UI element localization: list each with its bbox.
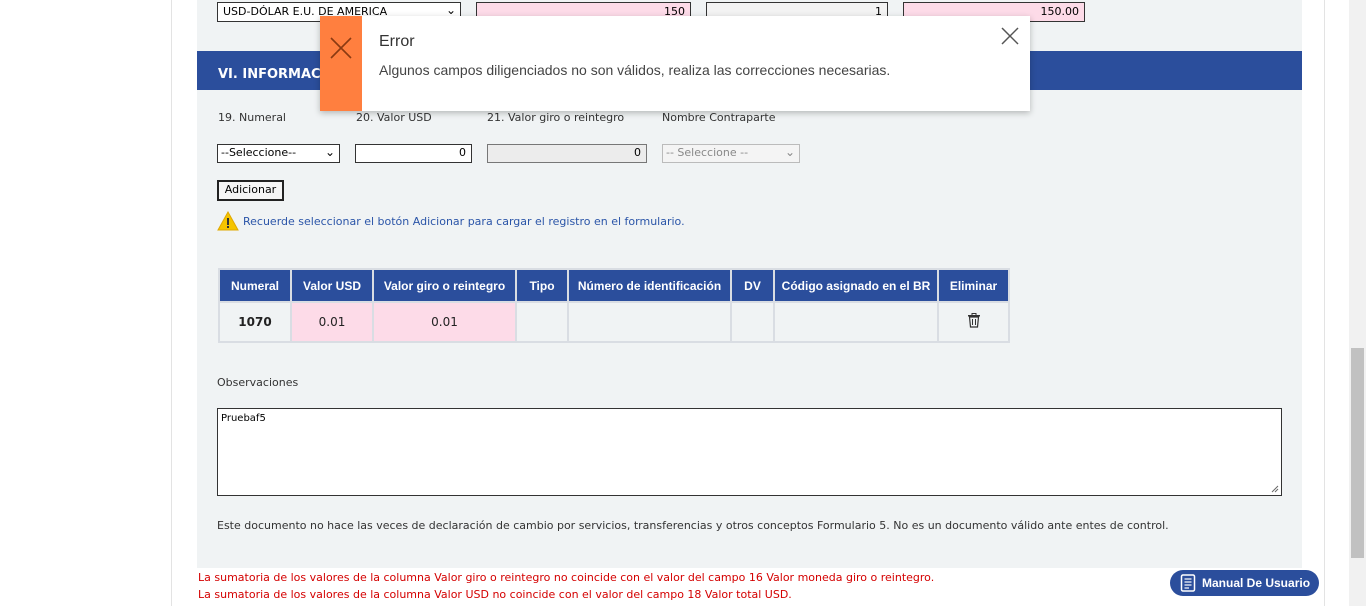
- cell-valor-giro: 0.01: [372, 301, 517, 343]
- col-valor-usd: Valor USD: [290, 268, 374, 303]
- cell-dv: [730, 301, 775, 343]
- add-button[interactable]: Adicionar: [217, 180, 284, 201]
- trash-icon[interactable]: [967, 313, 981, 328]
- scrollbar-thumb[interactable]: [1351, 348, 1364, 558]
- chevron-down-icon: ⌄: [324, 145, 335, 159]
- cell-codigo-br: [773, 301, 939, 343]
- col-numeral: Numeral: [218, 268, 292, 303]
- contraparte-select[interactable]: -- Seleccione -- ⌄: [662, 144, 800, 163]
- warning-text: Recuerde seleccionar el botón Adicionar …: [243, 214, 685, 228]
- document-icon: [1180, 574, 1196, 592]
- validation-error: La sumatoria de los valores de la column…: [198, 571, 935, 584]
- error-toast: Error Algunos campos diligenciados no so…: [320, 16, 1030, 111]
- col-eliminar: Eliminar: [937, 268, 1010, 303]
- observaciones-value: Pruebaf5: [221, 413, 266, 424]
- cell-eliminar: [937, 301, 1010, 343]
- table-row: 1070 0.01 0.01: [218, 301, 1010, 343]
- user-manual-label: Manual De Usuario: [1202, 576, 1311, 590]
- numerals-table: Numeral Valor USD Valor giro o reintegro…: [218, 268, 1010, 343]
- disclaimer-text: Este documento no hace las veces de decl…: [217, 519, 1169, 532]
- numeral-select[interactable]: --Seleccione-- ⌄: [217, 144, 340, 163]
- col-tipo: Tipo: [515, 268, 569, 303]
- valor-usd-label: 20. Valor USD: [356, 111, 432, 124]
- user-manual-button[interactable]: Manual De Usuario: [1170, 570, 1319, 596]
- col-dv: DV: [730, 268, 775, 303]
- observaciones-label: Observaciones: [217, 376, 299, 389]
- toast-status-bar: [320, 16, 362, 111]
- col-numero-id: Número de identificación: [567, 268, 732, 303]
- valor-giro-label: 21. Valor giro o reintegro: [487, 111, 625, 124]
- col-codigo-br: Código asignado en el BR: [773, 268, 939, 303]
- contraparte-label: Nombre Contraparte: [662, 111, 776, 124]
- cell-valor-usd: 0.01: [290, 301, 374, 343]
- contraparte-select-value: -- Seleccione --: [666, 146, 749, 159]
- warning-note: Recuerde seleccionar el botón Adicionar …: [217, 211, 685, 231]
- close-icon[interactable]: [1000, 26, 1020, 46]
- cell-numeral: 1070: [218, 301, 292, 343]
- toast-title: Error: [379, 33, 415, 50]
- cell-tipo: [515, 301, 569, 343]
- numeral-label: 19. Numeral: [218, 111, 286, 124]
- valor-giro-input[interactable]: 0: [487, 144, 647, 163]
- toast-message: Algunos campos diligenciados no son váli…: [379, 62, 891, 78]
- chevron-down-icon: ⌄: [445, 3, 456, 17]
- validation-error: La sumatoria de los valores de la column…: [198, 588, 792, 601]
- error-x-icon: [330, 37, 352, 59]
- cell-numero-id: [567, 301, 732, 343]
- numeral-select-value: --Seleccione--: [221, 146, 297, 159]
- chevron-down-icon: ⌄: [784, 145, 795, 159]
- col-valor-giro: Valor giro o reintegro: [372, 268, 517, 303]
- observaciones-textarea[interactable]: Pruebaf5: [217, 408, 1282, 496]
- warning-icon: [217, 211, 239, 231]
- resize-handle-icon[interactable]: [1271, 485, 1279, 493]
- valor-usd-input[interactable]: 0: [355, 144, 472, 163]
- table-header-row: Numeral Valor USD Valor giro o reintegro…: [218, 268, 1010, 303]
